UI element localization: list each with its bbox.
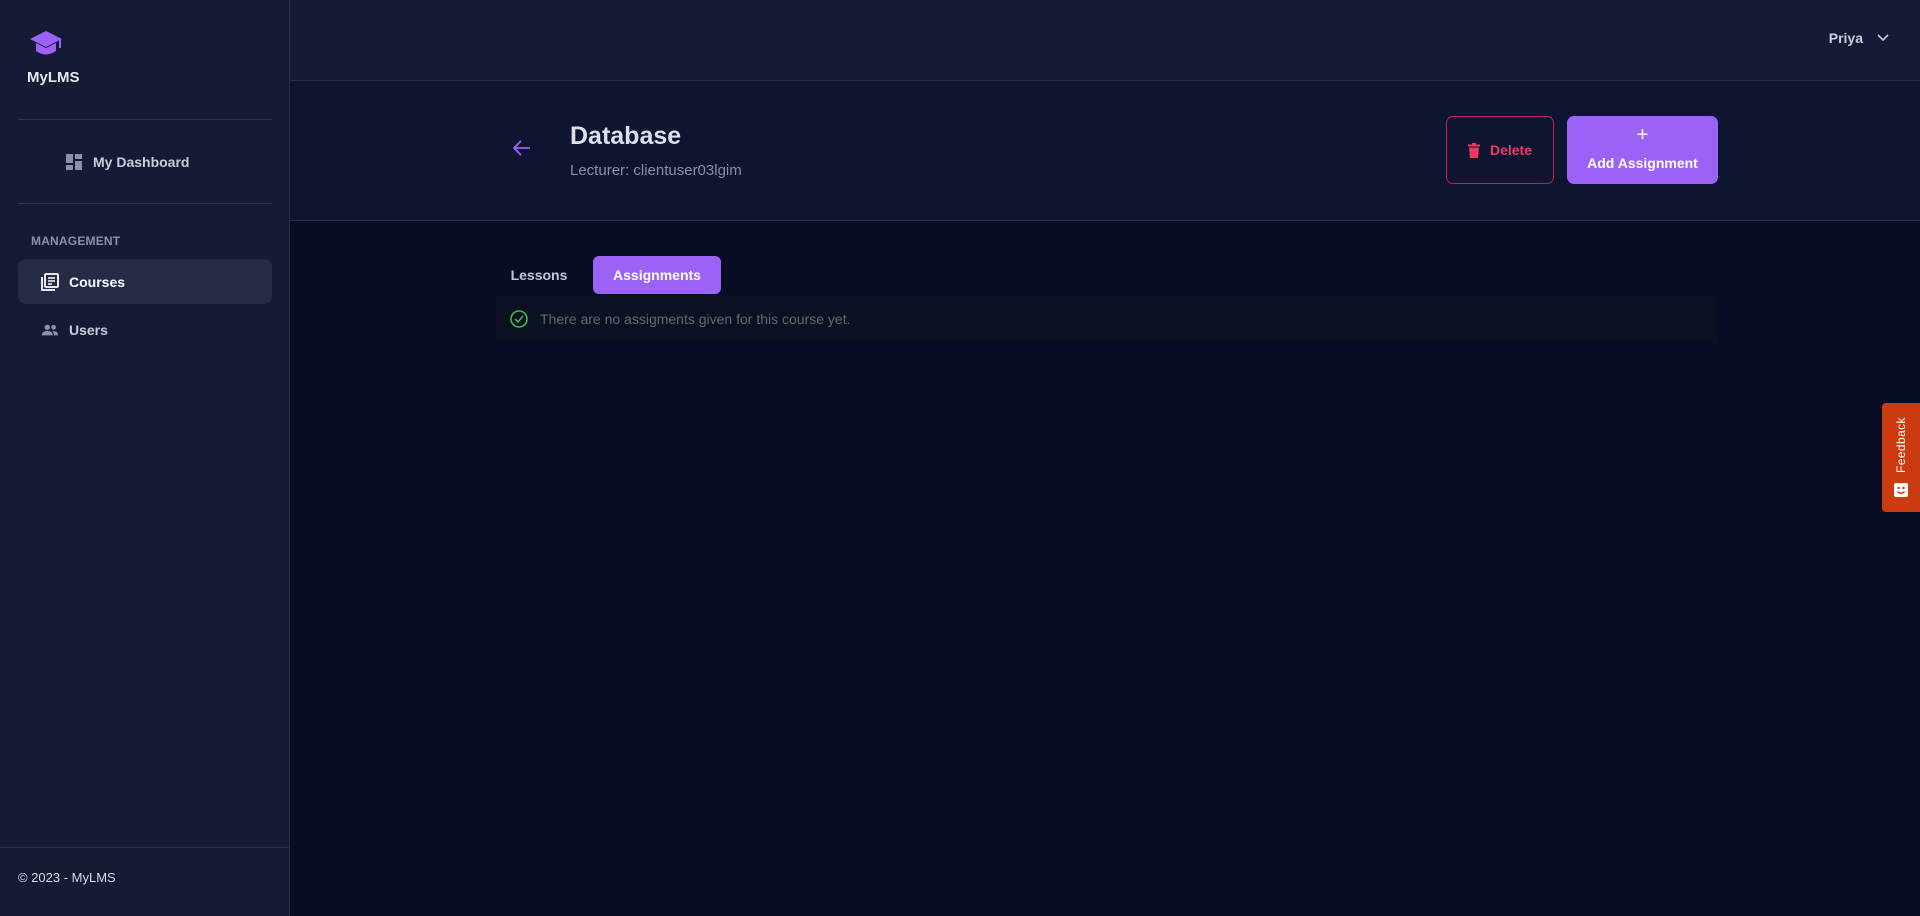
sidebar-item-dashboard[interactable]: My Dashboard xyxy=(18,139,272,184)
feedback-label: Feedback xyxy=(1894,417,1908,473)
feedback-icon xyxy=(1894,483,1908,497)
tab-lessons[interactable]: Lessons xyxy=(496,256,582,294)
delete-label: Delete xyxy=(1489,142,1533,158)
sidebar-item-label: Users xyxy=(69,321,108,338)
tab-assignments[interactable]: Assignments xyxy=(593,256,721,294)
sidebar-item-label: Courses xyxy=(69,273,126,290)
empty-state-message: There are no assigments given for this c… xyxy=(540,310,851,327)
trash-icon xyxy=(1467,142,1480,158)
sidebar-divider xyxy=(18,203,272,204)
user-name: Priya xyxy=(1828,30,1863,46)
add-assignment-label: Add Assignment xyxy=(1587,154,1698,171)
sidebar-item-courses[interactable]: Courses xyxy=(18,259,272,304)
check-circle-icon xyxy=(510,309,528,328)
sidebar-item-users[interactable]: Users xyxy=(18,307,272,352)
users-icon xyxy=(41,321,59,339)
section-label: MANAGEMENT xyxy=(31,234,121,248)
empty-state-alert: There are no assigments given for this c… xyxy=(496,296,1718,341)
graduation-cap-icon xyxy=(30,31,62,55)
app-root: MyLMS My Dashboard MANAGEMENT Courses Us… xyxy=(0,0,1920,916)
page-title: Database xyxy=(570,122,682,150)
courses-icon xyxy=(41,272,59,291)
footer-divider xyxy=(0,847,290,848)
topbar: Priya xyxy=(290,0,1920,81)
brand-name: MyLMS xyxy=(27,69,80,86)
sidebar-item-label: My Dashboard xyxy=(93,153,190,170)
chevron-down-icon xyxy=(1877,34,1889,42)
lecturer-label: Lecturer: clientuser03lgim xyxy=(570,162,742,179)
arrow-left-icon xyxy=(513,140,530,156)
course-header: Database Lecturer: clientuser03lgim Dele… xyxy=(290,81,1920,221)
delete-button[interactable]: Delete xyxy=(1446,116,1554,184)
sidebar: MyLMS My Dashboard MANAGEMENT Courses Us… xyxy=(0,0,290,916)
user-menu[interactable]: Priya xyxy=(1829,30,1889,46)
plus-icon: + xyxy=(1636,123,1649,146)
add-assignment-button[interactable]: + Add Assignment xyxy=(1567,116,1718,184)
feedback-tab[interactable]: Feedback xyxy=(1882,403,1920,512)
footer-copyright: © 2023 - MyLMS xyxy=(18,870,116,885)
brand[interactable]: MyLMS xyxy=(27,29,107,86)
sidebar-divider xyxy=(18,119,272,120)
back-button[interactable] xyxy=(510,136,534,160)
dashboard-icon xyxy=(65,153,83,171)
